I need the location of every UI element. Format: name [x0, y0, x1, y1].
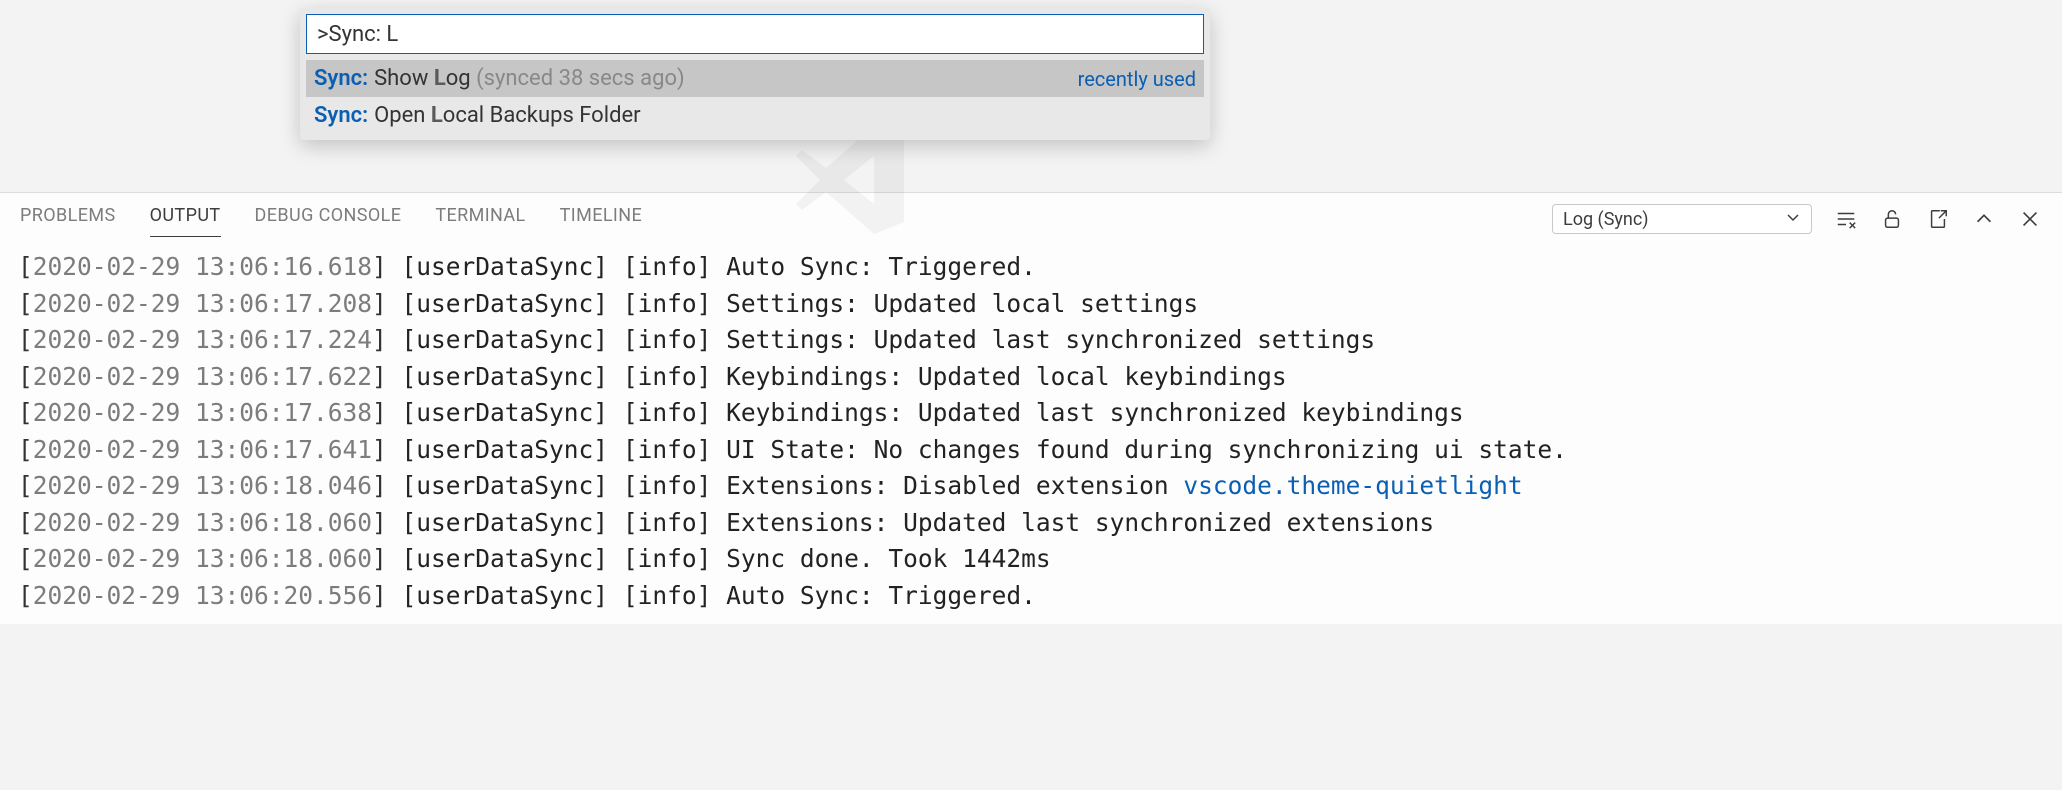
panel-tab-terminal[interactable]: TERMINAL: [435, 201, 525, 237]
log-line: [2020-02-29 13:06:17.208] [userDataSync]…: [18, 286, 2044, 323]
palette-item[interactable]: Sync:Open Local Backups Folder: [306, 97, 1204, 134]
panel-tab-output[interactable]: OUTPUT: [150, 201, 221, 237]
panel-tab-debug-console[interactable]: DEBUG CONSOLE: [255, 201, 402, 237]
unlock-icon[interactable]: [1880, 207, 1904, 231]
panel-tab-problems[interactable]: PROBLEMS: [20, 201, 116, 237]
clear-output-icon[interactable]: [1834, 207, 1858, 231]
log-line: [2020-02-29 13:06:17.641] [userDataSync]…: [18, 432, 2044, 469]
log-line: [2020-02-29 13:06:17.638] [userDataSync]…: [18, 395, 2044, 432]
panel-header: PROBLEMS OUTPUT DEBUG CONSOLE TERMINAL TIMEL…: [0, 193, 2062, 243]
log-line: [2020-02-29 13:06:18.060] [userDataSync]…: [18, 505, 2044, 542]
output-channel-select[interactable]: Log (Sync): [1552, 204, 1812, 234]
palette-item-prefix: Sync:: [314, 103, 368, 128]
palette-item-label: Show Log (synced 38 secs ago): [374, 66, 685, 91]
output-channel-label: Log (Sync): [1563, 209, 1649, 230]
palette-item[interactable]: Sync:Show Log (synced 38 secs ago) recent…: [306, 60, 1204, 97]
panel-tabs: PROBLEMS OUTPUT DEBUG CONSOLE TERMINAL TIMEL…: [20, 201, 642, 237]
palette-item-trailing: recently used: [1078, 67, 1196, 91]
panel-actions: Log (Sync): [1552, 204, 2042, 234]
panel-tab-timeline[interactable]: TIMELINE: [560, 201, 642, 237]
log-line: [2020-02-29 13:06:16.618] [userDataSync]…: [18, 249, 2044, 286]
chevron-up-icon[interactable]: [1972, 207, 1996, 231]
command-palette-results: Sync:Show Log (synced 38 secs ago) recent…: [306, 60, 1204, 134]
palette-item-prefix: Sync:: [314, 66, 368, 91]
output-log[interactable]: [2020-02-29 13:06:16.618] [userDataSync]…: [0, 243, 2062, 624]
command-palette: Sync:Show Log (synced 38 secs ago) recent…: [300, 8, 1210, 140]
open-log-file-icon[interactable]: [1926, 207, 1950, 231]
log-line: [2020-02-29 13:06:18.046] [userDataSync]…: [18, 468, 2044, 505]
log-line: [2020-02-29 13:06:17.622] [userDataSync]…: [18, 359, 2044, 396]
log-line: [2020-02-29 13:06:20.556] [userDataSync]…: [18, 578, 2044, 615]
bottom-panel: PROBLEMS OUTPUT DEBUG CONSOLE TERMINAL TIMEL…: [0, 192, 2062, 624]
log-link[interactable]: vscode.theme-quietlight: [1183, 471, 1522, 500]
close-icon[interactable]: [2018, 207, 2042, 231]
log-line: [2020-02-29 13:06:17.224] [userDataSync]…: [18, 322, 2044, 359]
palette-item-label: Open Local Backups Folder: [374, 103, 641, 128]
chevron-down-icon: [1785, 209, 1801, 230]
log-line: [2020-02-29 13:06:18.060] [userDataSync]…: [18, 541, 2044, 578]
command-palette-input[interactable]: [306, 14, 1204, 54]
